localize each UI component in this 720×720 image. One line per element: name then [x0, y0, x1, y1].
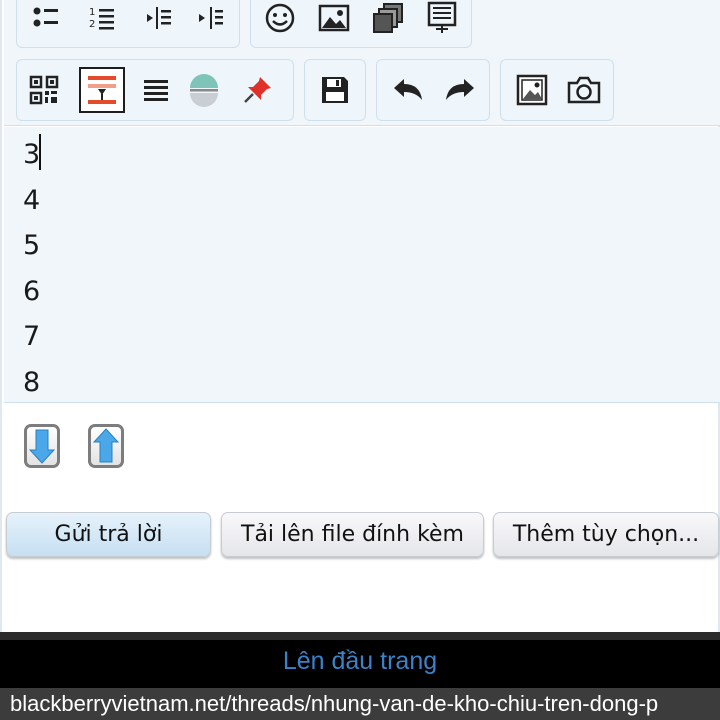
- camera-button[interactable]: [561, 67, 607, 113]
- svg-text:1: 1: [89, 7, 95, 18]
- toolbar-group-media: [500, 59, 614, 121]
- template-button[interactable]: [419, 0, 465, 41]
- insert-picture-icon: [516, 74, 548, 106]
- svg-text:2: 2: [89, 19, 95, 30]
- toolbar-group-lists: 12: [16, 0, 240, 48]
- image-button[interactable]: [311, 0, 357, 41]
- template-icon: [427, 1, 457, 33]
- undo-icon: [394, 79, 422, 100]
- scroll-down-button[interactable]: [24, 424, 60, 468]
- editor-line: 4: [23, 185, 41, 216]
- scroll-up-button[interactable]: [88, 424, 124, 468]
- editor-toolbar: 12: [4, 0, 720, 126]
- back-to-top-link[interactable]: Lên đầu trang: [0, 640, 720, 684]
- page-url: blackberryvietnam.net/threads/nhung-van-…: [10, 691, 659, 716]
- editor-line: 6: [23, 276, 41, 307]
- media-icon: [373, 3, 403, 33]
- redo-button[interactable]: [437, 67, 483, 113]
- outdent-button[interactable]: [135, 0, 181, 41]
- pin-icon: [244, 77, 271, 103]
- save-icon: [322, 77, 348, 103]
- arrow-down-icon: [29, 429, 55, 464]
- outdent-icon: [147, 7, 171, 29]
- submit-reply-button[interactable]: Gửi trả lời: [6, 512, 211, 557]
- insert-picture-button[interactable]: [509, 67, 555, 113]
- toolbar-group-save: [304, 59, 366, 121]
- numbered-list-icon: 12: [89, 7, 114, 30]
- editor-line: 7: [23, 321, 41, 352]
- indent-icon: [199, 7, 223, 29]
- redo-icon: [446, 79, 474, 100]
- smiley-button[interactable]: [257, 0, 303, 41]
- smiley-icon: [265, 3, 295, 33]
- justify-icon: [144, 80, 168, 101]
- bullet-list-button[interactable]: [23, 0, 69, 41]
- editor-line: 5: [23, 230, 41, 261]
- format-highlight-button[interactable]: [79, 67, 125, 113]
- more-options-button[interactable]: Thêm tùy chọn...: [493, 512, 719, 557]
- text-caret: [39, 134, 41, 170]
- arrow-up-icon: [93, 428, 119, 463]
- post-editor: 12 3 4 5 6 7 8 Gửi trả lời Tải lên file …: [0, 0, 720, 632]
- pin-button[interactable]: [235, 67, 281, 113]
- message-textarea[interactable]: 3 4 5 6 7 8: [4, 127, 720, 403]
- upload-attachment-button[interactable]: Tải lên file đính kèm: [221, 512, 484, 557]
- horizontal-rule-button[interactable]: [181, 67, 227, 113]
- save-button[interactable]: [312, 67, 358, 113]
- editor-line: 3: [23, 139, 41, 170]
- browser-url-bar[interactable]: blackberryvietnam.net/threads/nhung-van-…: [0, 688, 720, 720]
- toolbar-group-format: [16, 59, 294, 121]
- indent-button[interactable]: [187, 0, 233, 41]
- toolbar-group-insert: [250, 0, 472, 48]
- media-button[interactable]: [365, 0, 411, 41]
- undo-button[interactable]: [385, 67, 431, 113]
- qr-code-button[interactable]: [21, 67, 67, 113]
- numbered-list-button[interactable]: 12: [79, 0, 125, 41]
- bullet-list-icon: [33, 7, 58, 27]
- qr-code-icon: [29, 75, 59, 105]
- editor-line: 8: [23, 367, 41, 398]
- format-highlight-icon: [88, 76, 116, 104]
- toolbar-group-history: [376, 59, 490, 121]
- image-icon: [318, 4, 350, 32]
- horizontal-rule-icon: [190, 74, 218, 107]
- justify-button[interactable]: [133, 67, 179, 113]
- camera-icon: [567, 76, 601, 104]
